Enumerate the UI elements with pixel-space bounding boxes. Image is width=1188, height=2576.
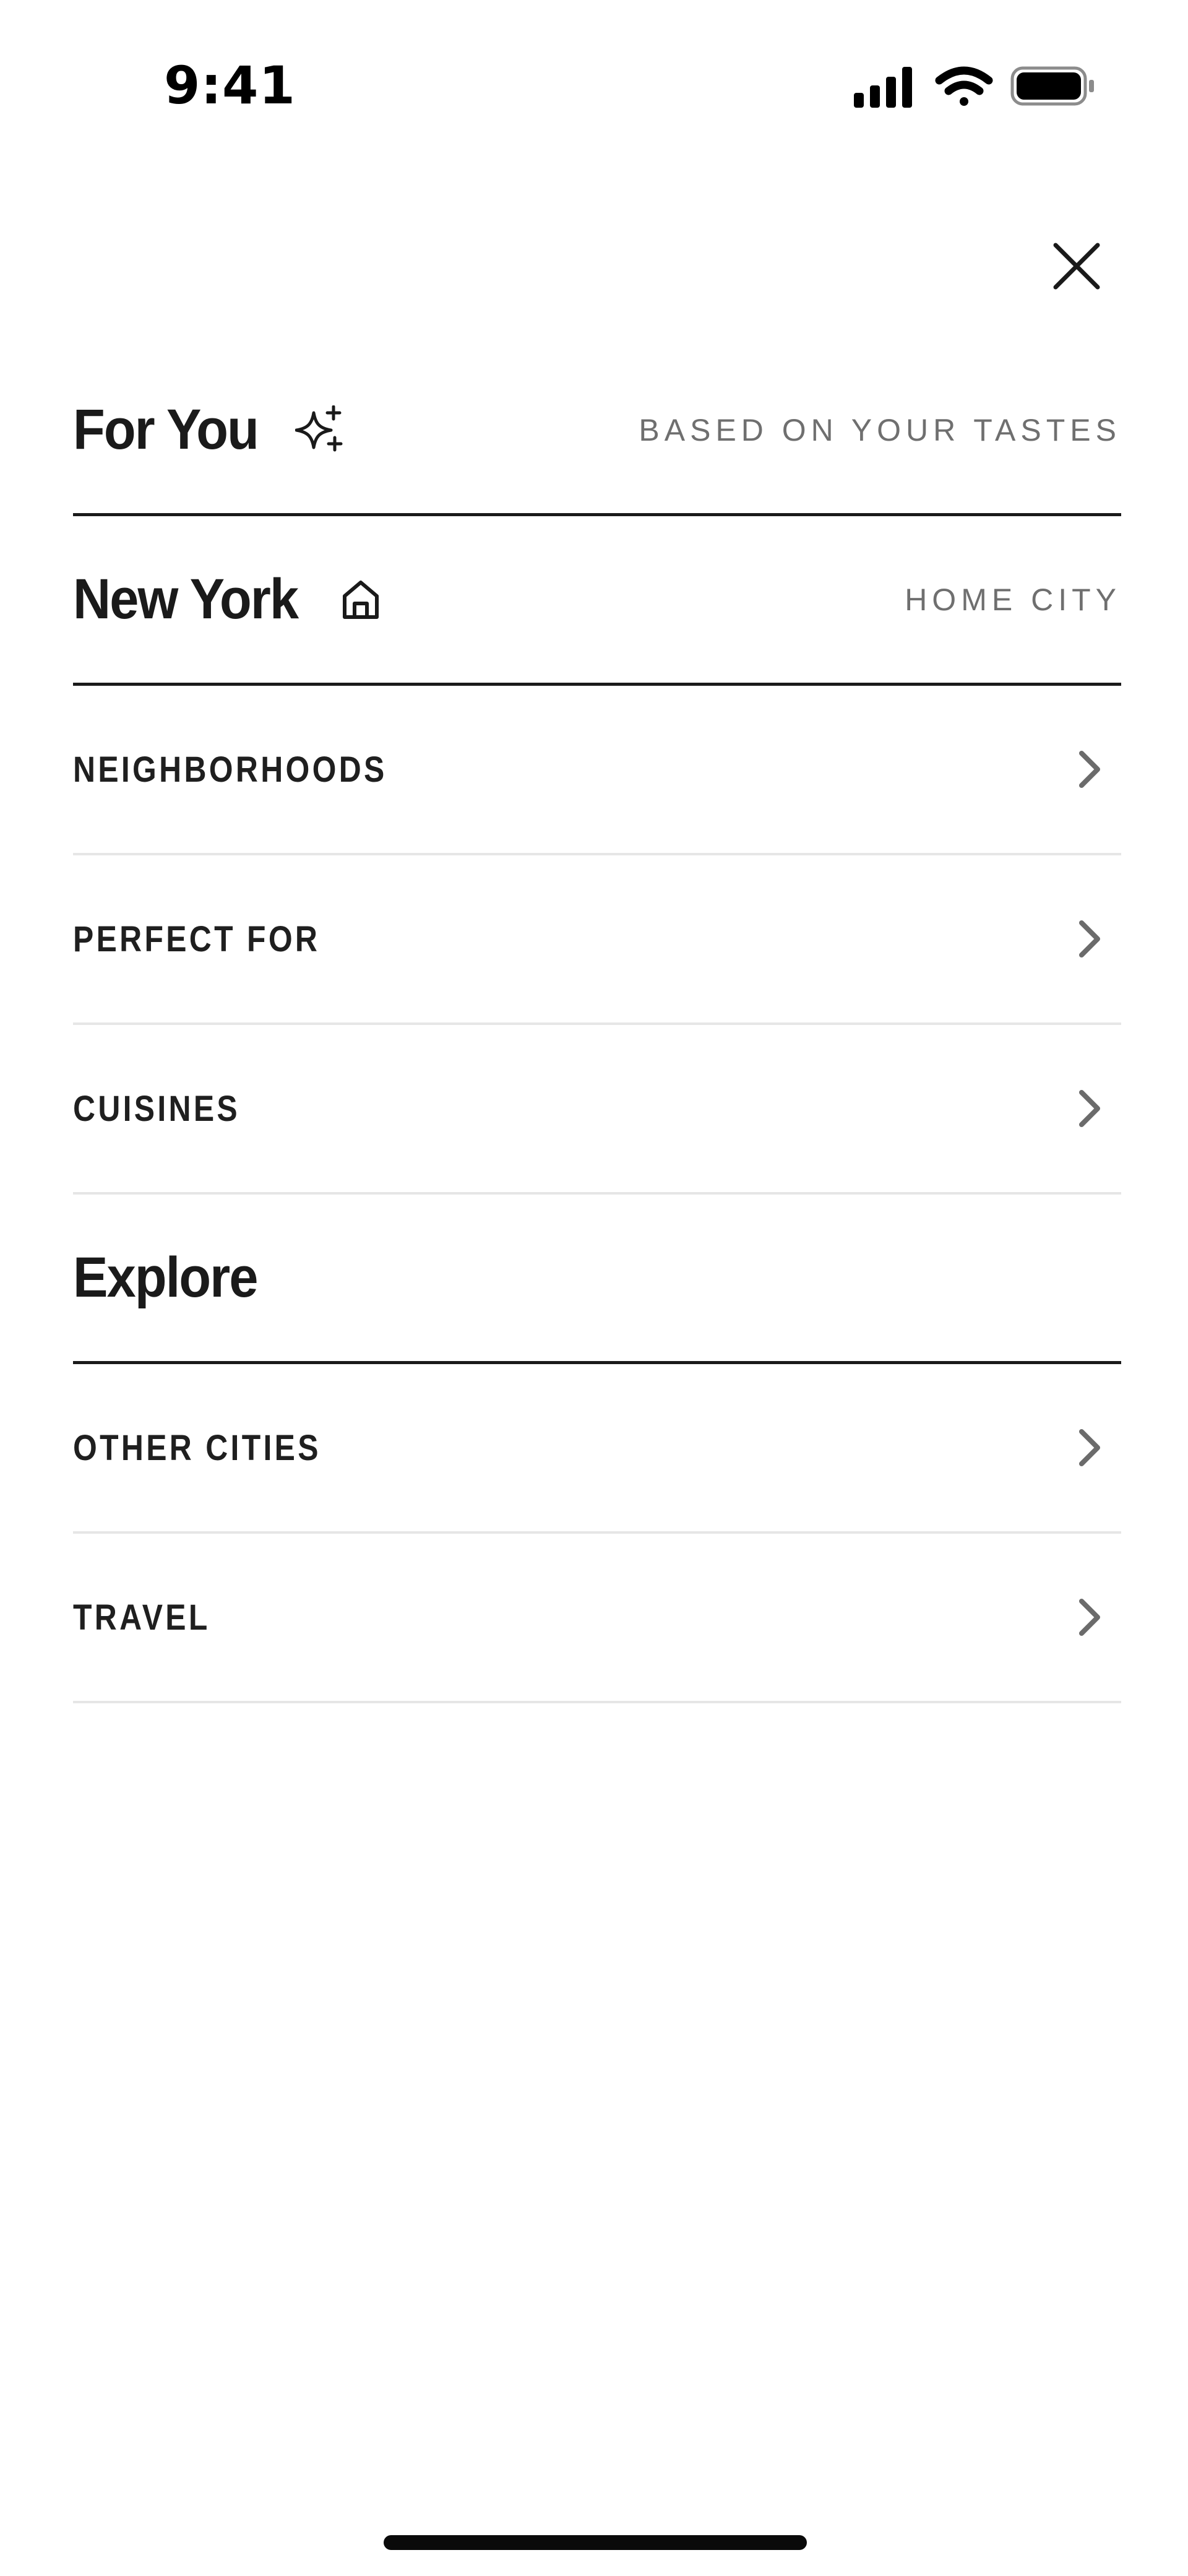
chevron-right-icon: [1078, 750, 1103, 789]
chevron-right-icon: [1078, 1428, 1103, 1467]
explore-header-row: Explore: [73, 1195, 1121, 1364]
menu-item-neighborhoods[interactable]: NEIGHBORHOODS: [73, 686, 1121, 855]
explore-title: Explore: [73, 1246, 258, 1309]
for-you-tag: BASED ON YOUR TASTES: [639, 412, 1121, 447]
menu-item-label: TRAVEL: [73, 1597, 210, 1638]
chevron-right-icon: [1078, 1089, 1103, 1128]
menu-item-label: PERFECT FOR: [73, 918, 321, 959]
menu-item-label: NEIGHBORHOODS: [73, 749, 387, 790]
home-icon: [338, 577, 383, 622]
sparkles-icon: [295, 405, 345, 455]
cellular-signal-icon: [854, 67, 912, 108]
status-bar: 9:41: [0, 0, 1188, 142]
menu-item-other-cities[interactable]: OTHER CITIES: [73, 1364, 1121, 1534]
status-time: 9:41: [164, 55, 296, 116]
home-city-row[interactable]: New York HOME CITY: [73, 516, 1121, 686]
status-icons: [854, 62, 1101, 111]
battery-icon: [1010, 66, 1094, 106]
home-indicator[interactable]: [384, 2535, 807, 2550]
for-you-row[interactable]: For You BASED ON YOUR TASTES: [73, 347, 1121, 516]
chevron-right-icon: [1078, 1597, 1103, 1637]
close-button[interactable]: [1046, 235, 1108, 297]
chevron-right-icon: [1078, 919, 1103, 959]
menu-item-label: OTHER CITIES: [73, 1427, 321, 1468]
wifi-icon: [935, 66, 993, 106]
navigation-menu: For You BASED ON YOUR TASTES New York HO…: [73, 347, 1121, 1703]
menu-item-label: CUISINES: [73, 1088, 240, 1129]
for-you-title: For You: [73, 398, 259, 461]
menu-item-perfect-for[interactable]: PERFECT FOR: [73, 855, 1121, 1025]
close-icon: [1053, 243, 1100, 290]
menu-item-cuisines[interactable]: CUISINES: [73, 1025, 1121, 1195]
home-city-title: New York: [73, 568, 299, 631]
menu-item-travel[interactable]: TRAVEL: [73, 1534, 1121, 1703]
home-city-tag: HOME CITY: [905, 582, 1121, 617]
